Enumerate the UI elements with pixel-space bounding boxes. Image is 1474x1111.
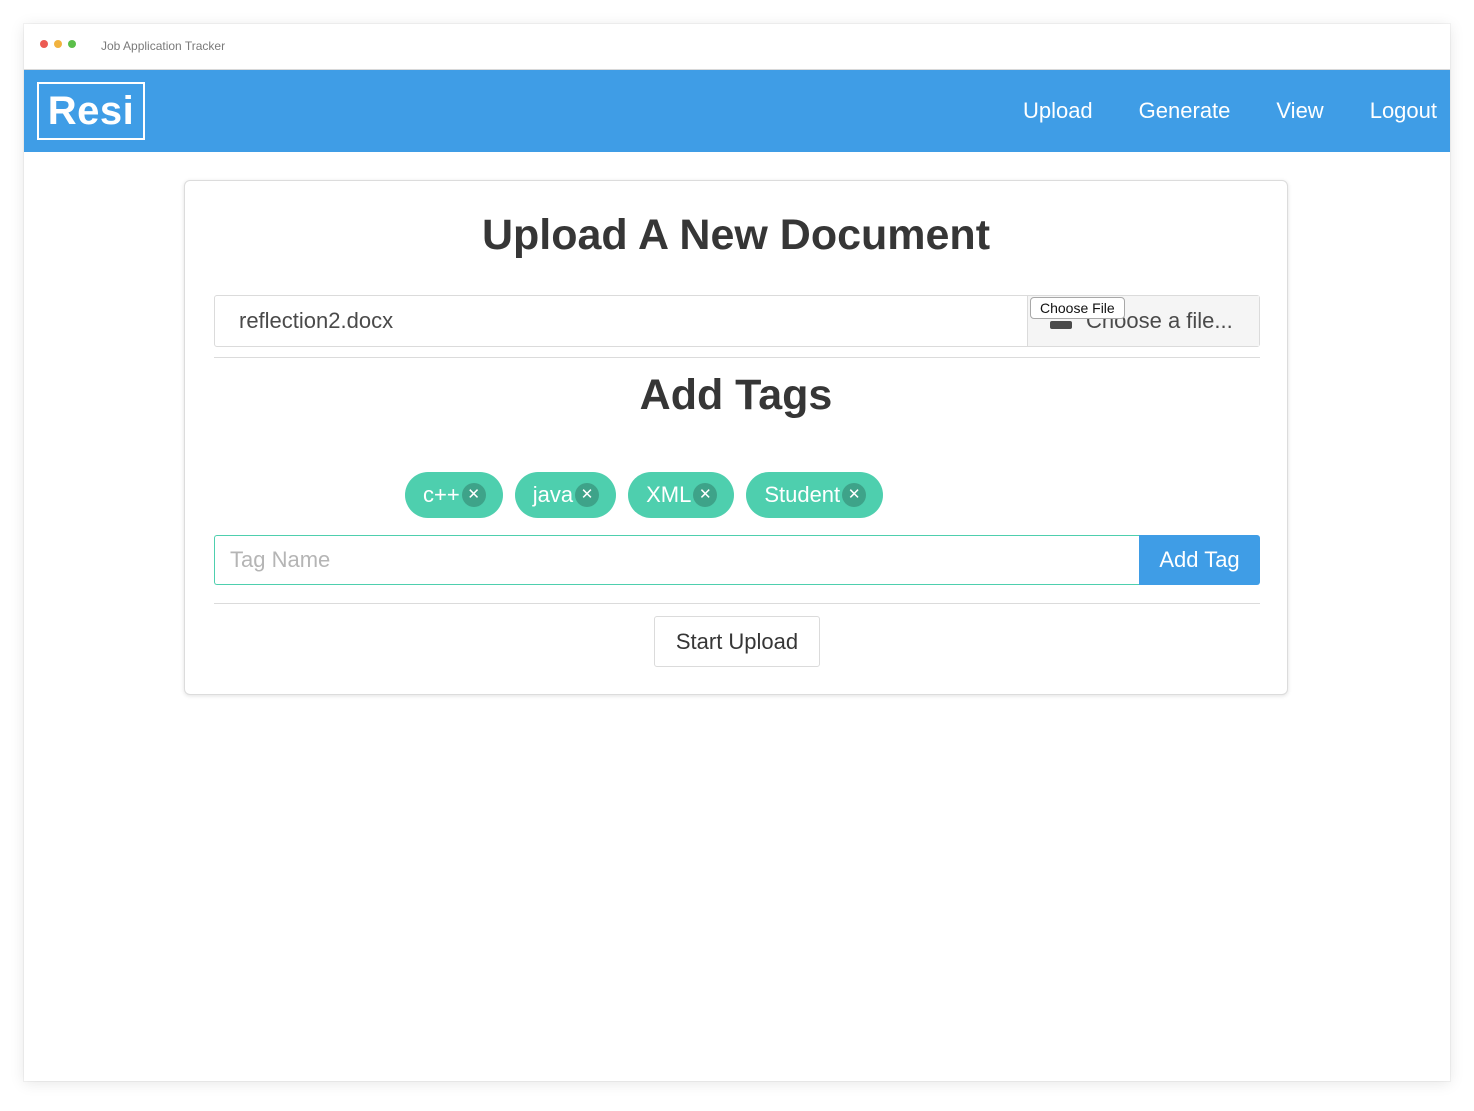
divider — [214, 603, 1260, 604]
nav-link-logout[interactable]: Logout — [1370, 98, 1437, 124]
browser-window: Job Application Tracker Resi Upload Gene… — [24, 24, 1450, 1081]
window-title: Job Application Tracker — [101, 39, 226, 53]
tag-chip: java ✕ — [514, 472, 617, 518]
remove-tag-icon[interactable]: ✕ — [461, 483, 486, 507]
remove-tag-icon[interactable]: ✕ — [693, 483, 718, 507]
tag-chip: Student ✕ — [746, 472, 884, 518]
add-tag-button[interactable]: Add Tag — [1139, 535, 1260, 585]
remove-tag-icon[interactable]: ✕ — [842, 483, 867, 507]
tag-name-input[interactable] — [214, 535, 1139, 585]
start-upload-button[interactable]: Start Upload — [654, 616, 820, 667]
choose-file-button[interactable]: Choose a file... Choose File — [1027, 296, 1259, 346]
file-name-display: reflection2.docx — [239, 308, 394, 333]
maximize-window-button[interactable] — [68, 40, 76, 48]
tag-label: c++ — [423, 482, 460, 507]
add-tags-heading: Add Tags — [639, 371, 833, 419]
upload-card: Upload A New Document reflection2.docx C… — [184, 180, 1288, 695]
tag-list: c++ ✕ java ✕ XML ✕ Student ✕ — [405, 472, 895, 518]
nav-links: Upload Generate View Logout — [977, 70, 1437, 152]
native-choose-file-button[interactable]: Choose File — [1030, 297, 1125, 319]
minimize-window-button[interactable] — [54, 40, 62, 48]
divider — [214, 357, 1260, 358]
navbar: Resi Upload Generate View Logout — [24, 70, 1450, 152]
close-window-button[interactable] — [40, 40, 48, 48]
tag-chip: c++ ✕ — [405, 472, 503, 518]
brand-logo[interactable]: Resi — [37, 82, 145, 140]
upload-icon — [1050, 321, 1072, 329]
nav-link-view[interactable]: View — [1276, 98, 1323, 124]
file-input[interactable]: reflection2.docx Choose a file... Choose… — [214, 295, 1260, 347]
tag-label: java — [532, 482, 574, 507]
tag-label: XML — [646, 482, 692, 507]
tag-input-group: Add Tag — [214, 535, 1260, 585]
title-bar: Job Application Tracker — [24, 24, 1450, 70]
tag-chip: XML ✕ — [628, 472, 735, 518]
page-title: Upload A New Document — [481, 211, 991, 259]
nav-link-generate[interactable]: Generate — [1139, 98, 1231, 124]
tag-label: Student — [764, 482, 841, 507]
remove-tag-icon[interactable]: ✕ — [575, 483, 600, 507]
nav-link-upload[interactable]: Upload — [1023, 98, 1093, 124]
